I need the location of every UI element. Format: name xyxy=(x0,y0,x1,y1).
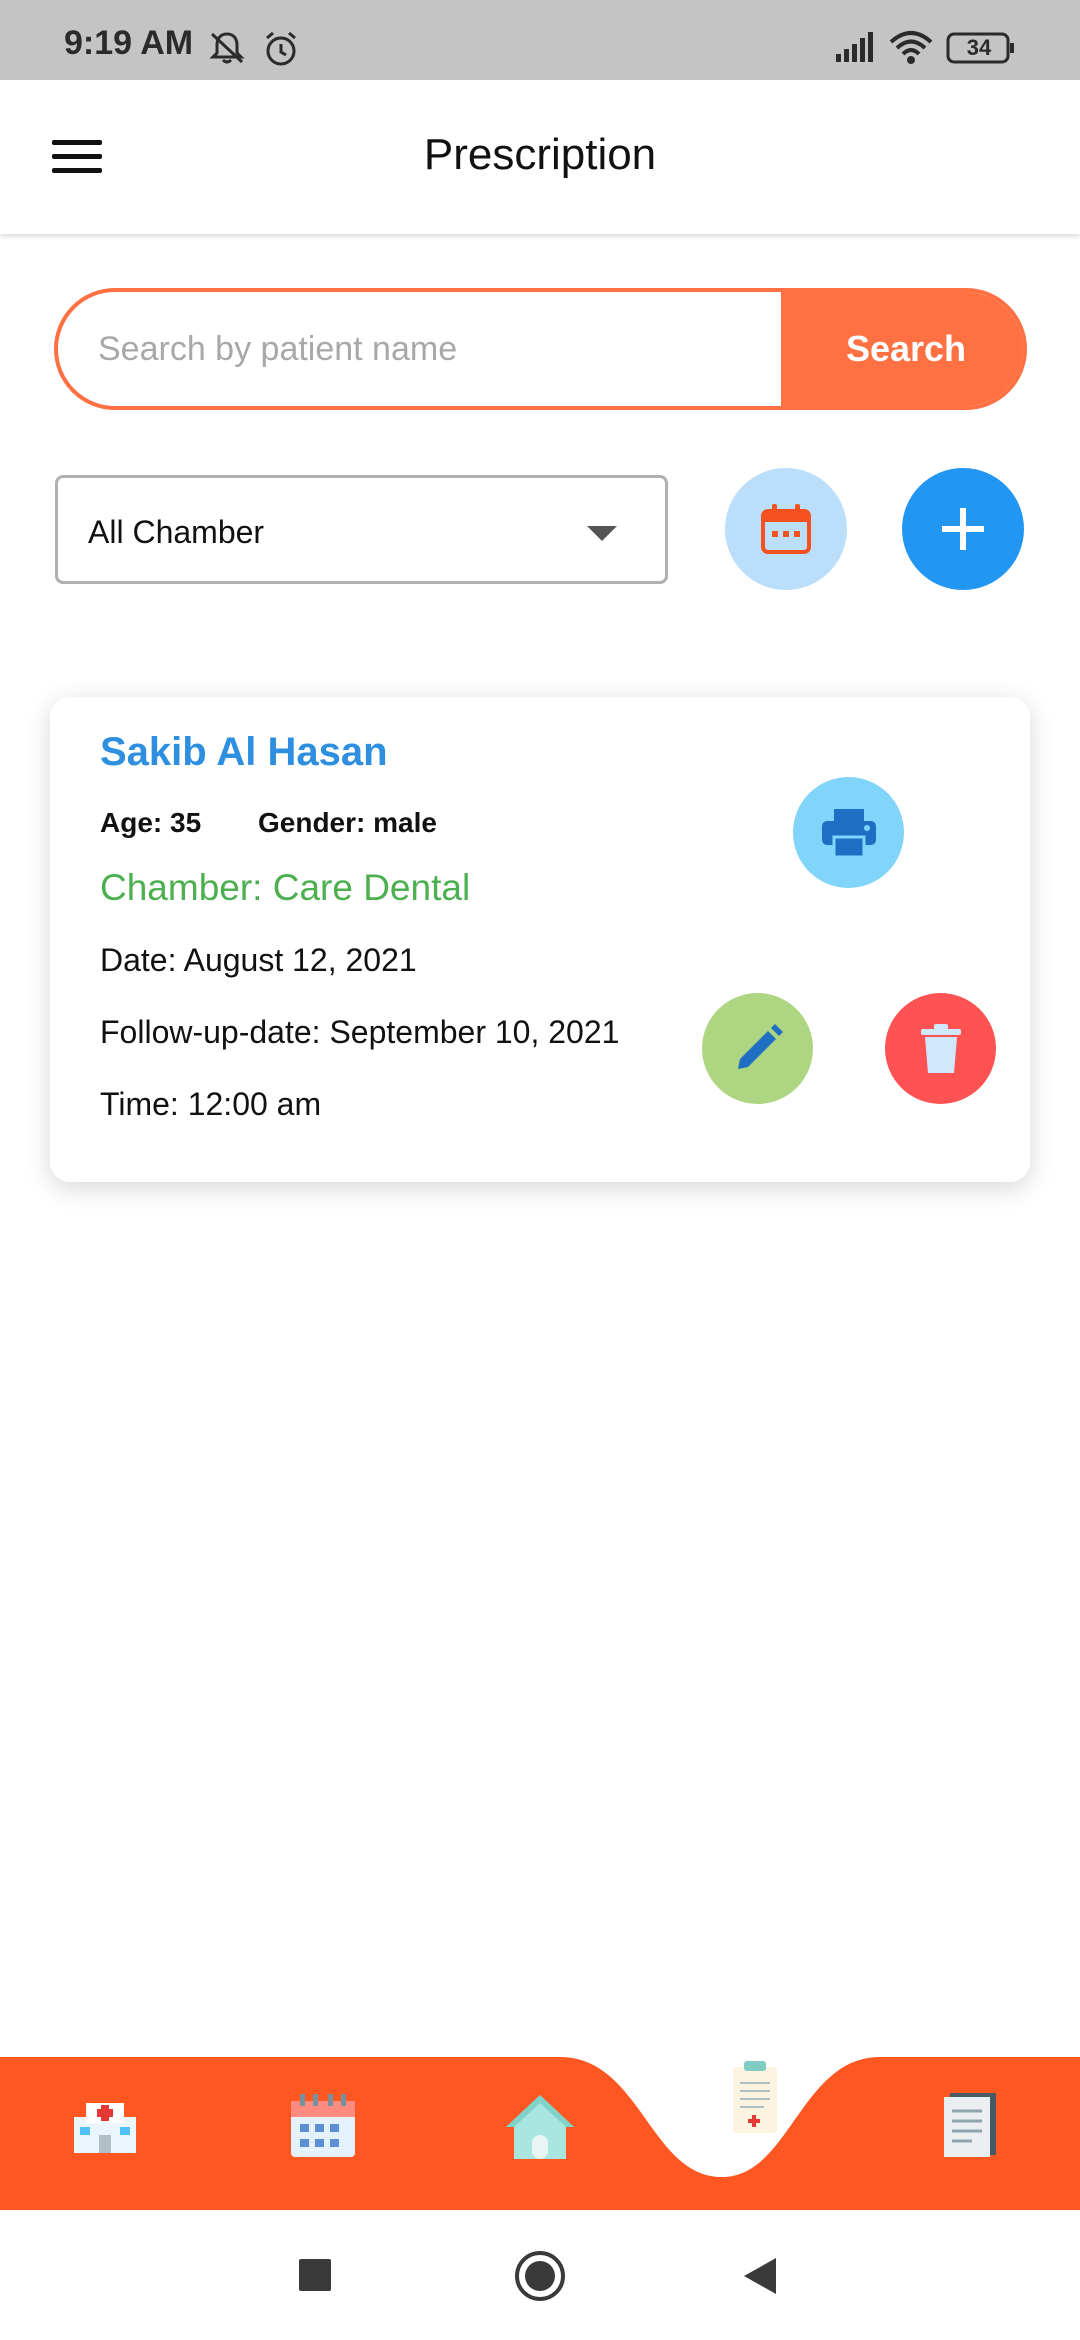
patient-age: Age: 35 xyxy=(100,807,202,838)
nav-item-prescription[interactable] xyxy=(730,2059,780,2140)
chamber-name: Chamber: Care Dental xyxy=(100,867,471,908)
status-time: 9:19 AM xyxy=(64,24,194,62)
print-button[interactable] xyxy=(793,777,904,888)
home-icon xyxy=(506,2095,574,2159)
system-navigation-bar xyxy=(0,2210,1080,2340)
bottom-navigation xyxy=(0,2055,1080,2210)
calendar-icon xyxy=(291,2094,355,2157)
add-prescription-button[interactable] xyxy=(902,468,1024,590)
wifi-icon xyxy=(889,31,933,64)
patient-name[interactable]: Sakib Al Hasan xyxy=(100,730,388,775)
prescription-card[interactable]: Sakib Al Hasan Age: 35 Gender: male Cham… xyxy=(50,697,1030,1182)
chamber-dropdown[interactable]: All Chamber xyxy=(55,475,668,584)
signal-icon xyxy=(836,32,873,62)
search-bar: Search xyxy=(54,288,1027,410)
battery-level: 34 xyxy=(966,35,992,60)
mute-icon xyxy=(209,32,245,64)
delete-button[interactable] xyxy=(885,993,996,1104)
edit-button[interactable] xyxy=(702,993,813,1104)
prescription-time: Time: 12:00 am xyxy=(100,1086,322,1122)
nav-item-notes[interactable] xyxy=(940,2089,1000,2164)
chamber-selected-value: All Chamber xyxy=(88,514,265,550)
nav-item-hospital[interactable] xyxy=(70,2095,140,2160)
home-button-icon[interactable] xyxy=(514,2250,566,2302)
hospital-icon xyxy=(74,2103,136,2153)
search-input[interactable] xyxy=(58,292,781,406)
pencil-icon xyxy=(737,1023,783,1069)
status-bar: 9:19 AM 34 xyxy=(0,0,1080,80)
plus-icon xyxy=(942,508,984,550)
follow-up-date: Follow-up-date: September 10, 2021 xyxy=(100,1014,620,1050)
search-button[interactable]: Search xyxy=(781,292,1023,406)
recent-apps-icon[interactable] xyxy=(298,2258,332,2292)
prescription-clipboard-icon xyxy=(733,2061,777,2133)
trash-icon xyxy=(920,1023,961,1073)
nav-item-home[interactable] xyxy=(504,2091,576,2166)
alarm-icon xyxy=(266,31,296,66)
nav-item-calendar[interactable] xyxy=(288,2091,358,2166)
prescription-date: Date: August 12, 2021 xyxy=(100,942,417,978)
calendar-filter-button[interactable] xyxy=(725,468,847,590)
dropdown-caret-icon xyxy=(587,526,617,541)
app-bar: Prescription xyxy=(0,80,1080,234)
calendar-icon xyxy=(761,504,811,554)
printer-icon xyxy=(821,808,876,858)
patient-gender: Gender: male xyxy=(258,807,437,838)
page-title: Prescription xyxy=(423,130,657,179)
notes-icon xyxy=(944,2093,996,2157)
back-icon[interactable] xyxy=(742,2256,778,2296)
